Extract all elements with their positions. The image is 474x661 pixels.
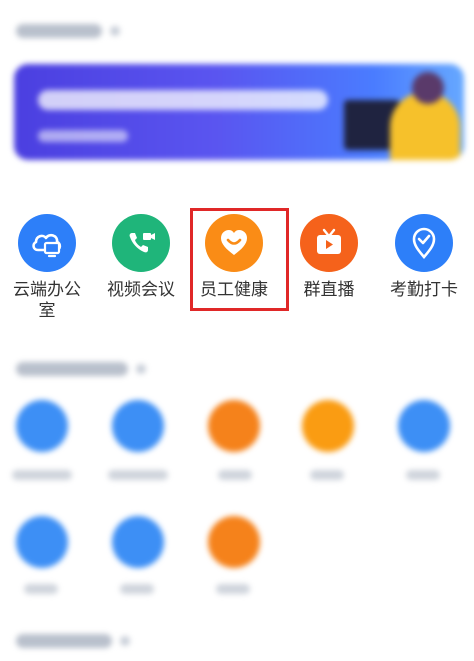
highlight-box bbox=[190, 208, 289, 311]
blurred-app-label bbox=[12, 470, 72, 480]
section-header-bottom bbox=[16, 634, 130, 648]
blurred-app-icon[interactable] bbox=[398, 400, 450, 452]
promo-banner[interactable] bbox=[14, 64, 464, 160]
section-header-middle bbox=[16, 362, 146, 376]
video-call-icon bbox=[112, 214, 170, 272]
app-group-live[interactable]: 群直播 bbox=[282, 214, 376, 301]
tv-play-icon bbox=[300, 214, 358, 272]
blurred-app-icon[interactable] bbox=[112, 516, 164, 568]
blurred-app-icon[interactable] bbox=[112, 400, 164, 452]
section-header-top bbox=[16, 24, 120, 38]
app-attendance[interactable]: 考勤打卡 bbox=[377, 214, 471, 301]
banner-subtitle bbox=[38, 130, 128, 142]
app-label: 视频会议 bbox=[107, 280, 175, 300]
blurred-app-label bbox=[120, 584, 154, 594]
cloud-computer-icon bbox=[18, 214, 76, 272]
info-icon bbox=[120, 636, 130, 646]
banner-title bbox=[38, 90, 328, 110]
blurred-app-label bbox=[218, 470, 252, 480]
blurred-app-icon[interactable] bbox=[208, 516, 260, 568]
app-label: 群直播 bbox=[303, 280, 355, 300]
blurred-app-label bbox=[216, 584, 250, 594]
blurred-app-label bbox=[24, 584, 58, 594]
app-cloud-office[interactable]: 云端办公室 bbox=[0, 214, 94, 322]
blurred-app-icon[interactable] bbox=[208, 400, 260, 452]
info-icon bbox=[136, 364, 146, 374]
blurred-app-icon[interactable] bbox=[302, 400, 354, 452]
app-label: 云端办公室 bbox=[13, 280, 81, 321]
blurred-app-label bbox=[406, 470, 440, 480]
blurred-app-icon[interactable] bbox=[16, 400, 68, 452]
app-video-meeting[interactable]: 视频会议 bbox=[94, 214, 188, 301]
person-head-illustration bbox=[412, 72, 444, 104]
info-icon bbox=[110, 26, 120, 36]
blurred-app-label bbox=[310, 470, 344, 480]
blurred-app-icon[interactable] bbox=[16, 516, 68, 568]
blurred-app-label bbox=[108, 470, 168, 480]
app-label: 考勤打卡 bbox=[390, 280, 458, 300]
location-check-icon bbox=[395, 214, 453, 272]
